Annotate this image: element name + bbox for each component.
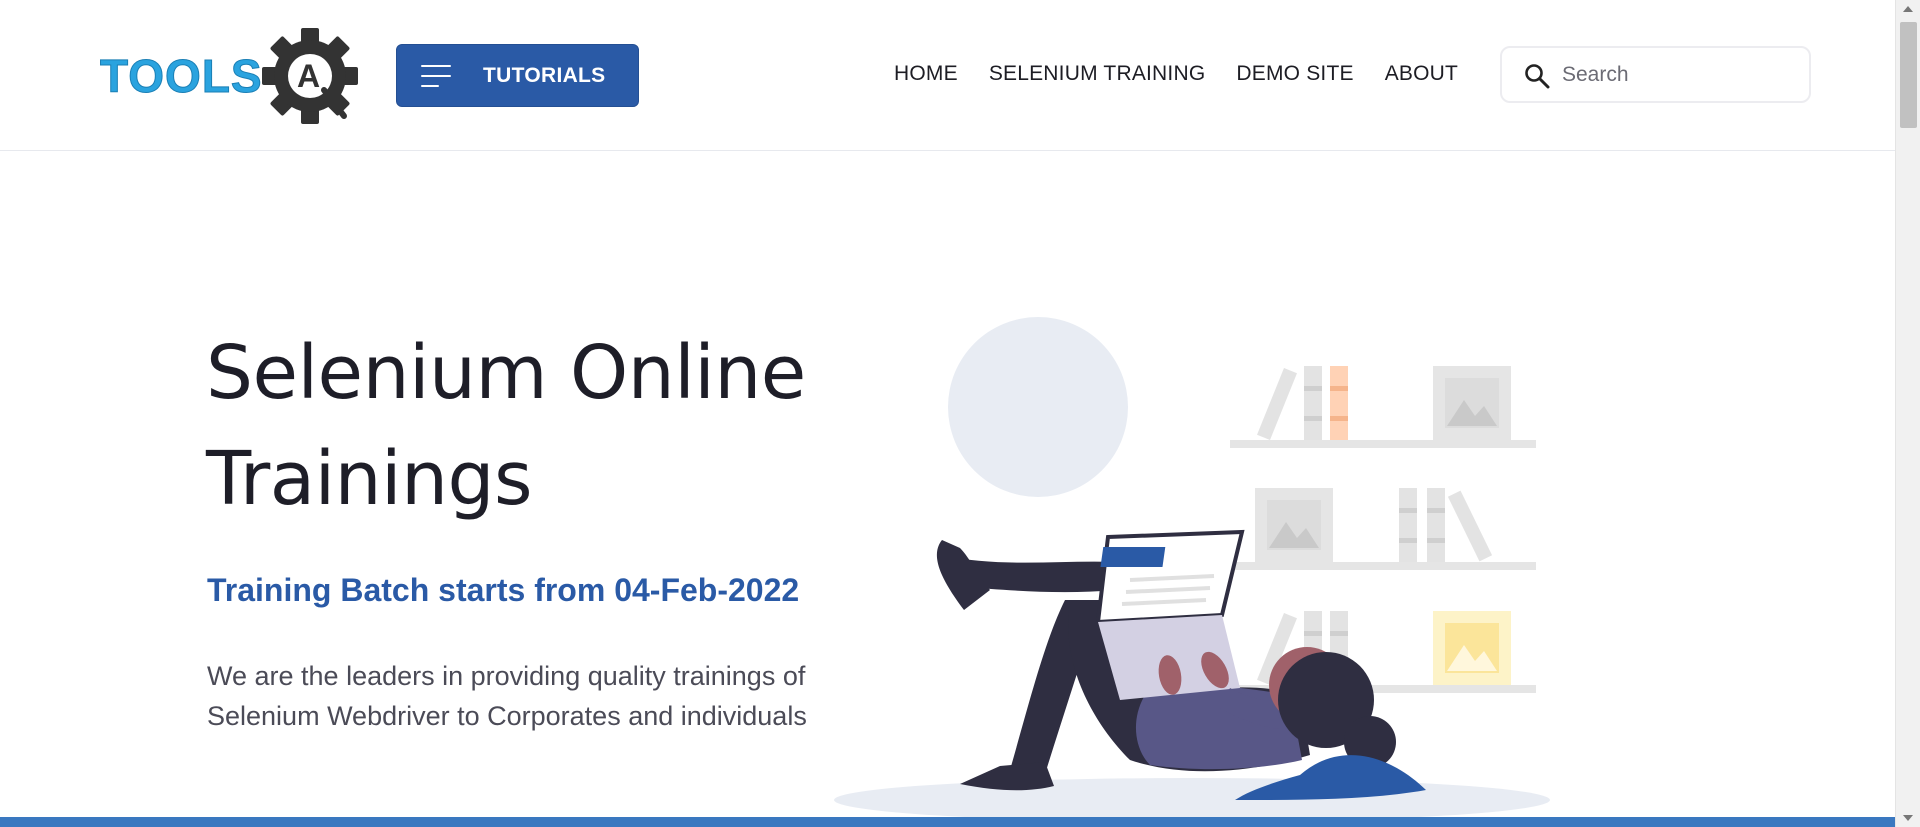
search-input[interactable] <box>1562 60 1792 90</box>
hero-title-line-1: Selenium Online <box>206 330 806 416</box>
nav-selenium-training[interactable]: SELENIUM TRAINING <box>989 62 1206 86</box>
hero-illustration <box>834 317 1550 820</box>
hero-title-line-2: Trainings <box>206 436 533 522</box>
scrollbar-thumb[interactable] <box>1900 22 1917 128</box>
logo-text: TOOLS <box>100 50 263 102</box>
hero-description: We are the leaders in providing quality … <box>207 661 807 731</box>
toolsqa-logo[interactable]: TOOLS A <box>100 28 360 124</box>
gear-icon: A <box>262 28 358 124</box>
bottom-accent-bar <box>0 817 1895 827</box>
tutorials-button[interactable]: TUTORIALS <box>396 44 639 107</box>
main-nav: HOME SELENIUM TRAINING DEMO SITE ABOUT <box>894 62 1489 86</box>
hero-title: Selenium Online Trainings <box>206 320 846 532</box>
svg-text:A: A <box>297 58 320 94</box>
scroll-up-icon[interactable] <box>1903 6 1913 12</box>
training-batch-subtitle: Training Batch starts from 04-Feb-2022 <box>207 572 800 608</box>
site-header: TOOLS A TUTORIALS HOME SELENIUM TRAINING… <box>0 0 1895 151</box>
search-box[interactable] <box>1500 46 1811 103</box>
scroll-down-icon[interactable] <box>1903 815 1913 821</box>
person-with-laptop <box>936 529 1426 800</box>
nav-home[interactable]: HOME <box>894 62 958 86</box>
tutorials-label: TUTORIALS <box>483 64 606 87</box>
nav-demo-site[interactable]: DEMO SITE <box>1236 62 1353 86</box>
bookshelf <box>1230 366 1536 693</box>
hamburger-menu-icon <box>421 65 451 89</box>
vertical-scrollbar[interactable] <box>1895 0 1920 827</box>
search-icon[interactable] <box>1524 63 1550 89</box>
nav-about[interactable]: ABOUT <box>1385 62 1458 86</box>
